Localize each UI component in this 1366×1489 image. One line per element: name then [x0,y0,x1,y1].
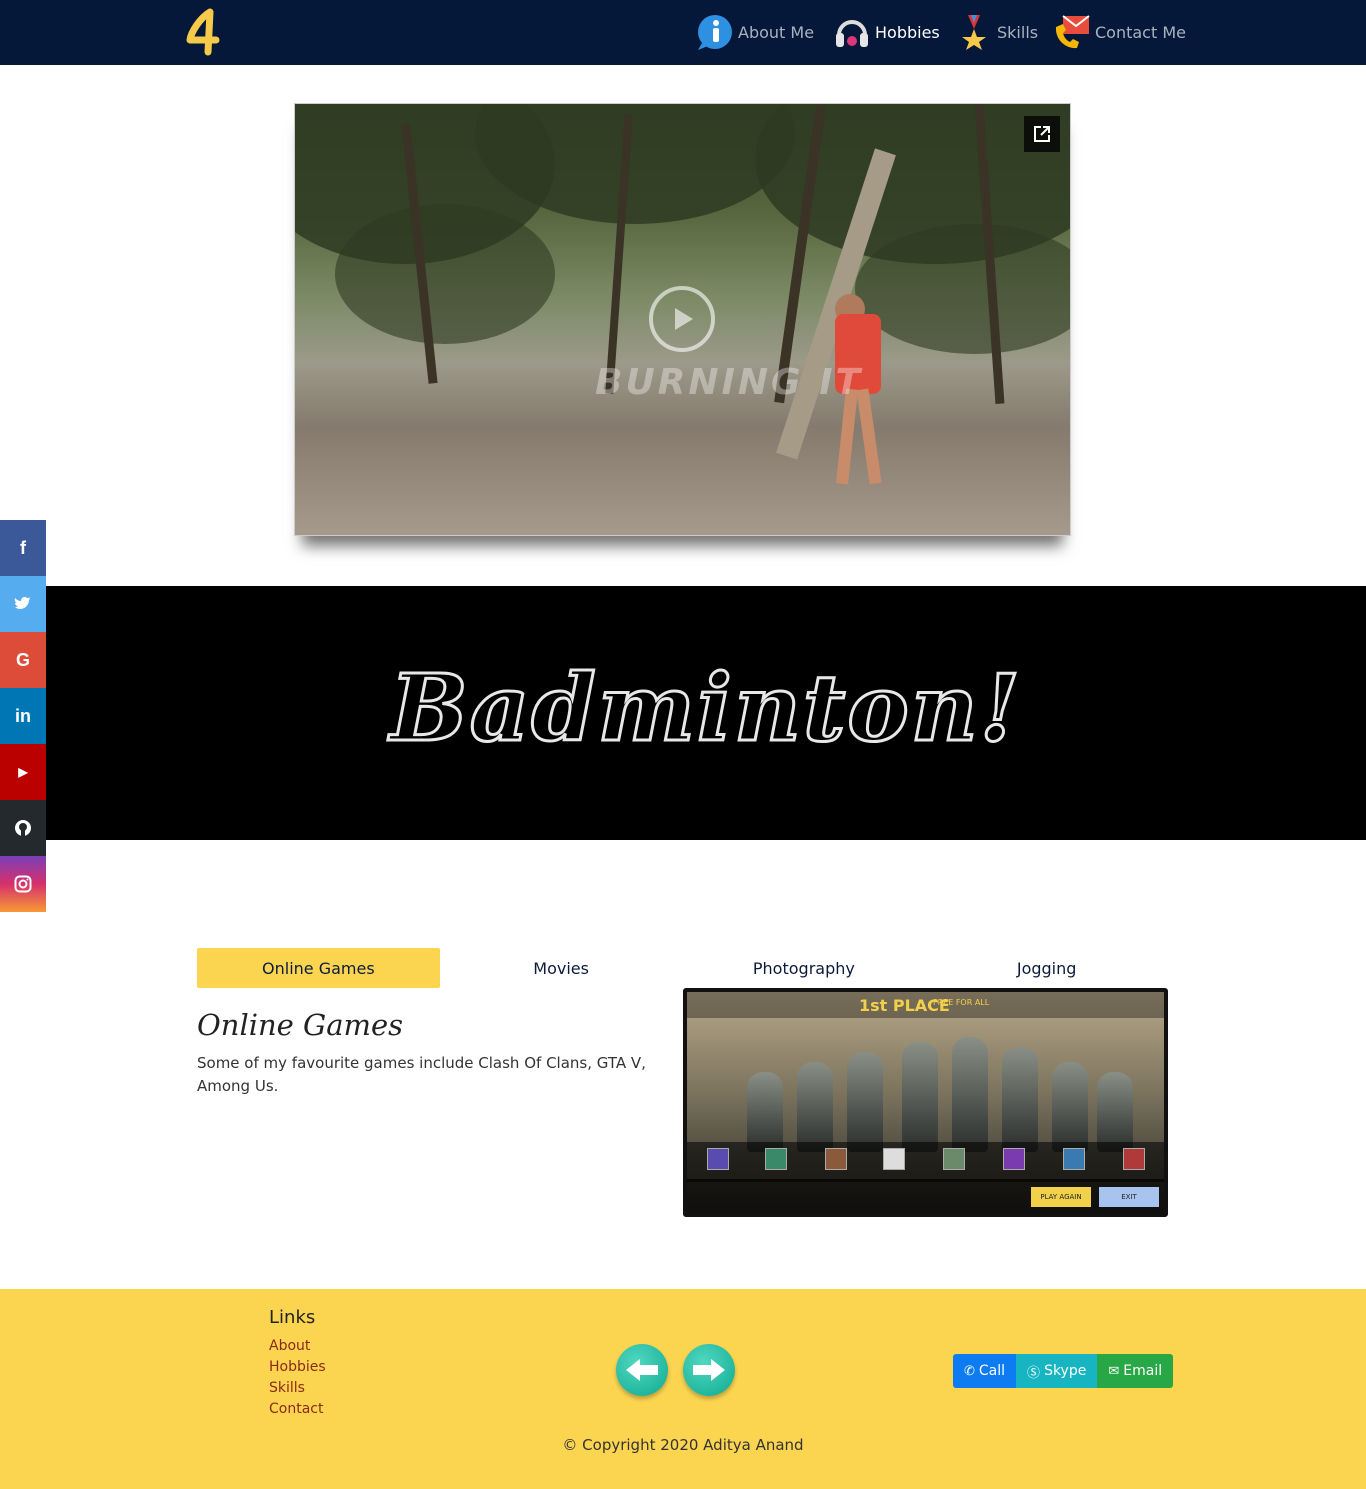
info-icon [696,13,734,51]
linkedin-icon[interactable]: in [0,688,46,744]
nav-skills[interactable]: Skills [955,12,1038,52]
tab-jogging[interactable]: Jogging [925,948,1168,988]
banner-title: Badminton! [388,653,1022,764]
footer-link-skills[interactable]: Skills [269,1380,305,1396]
github-icon[interactable] [0,800,46,856]
nav-label: Contact Me [1095,22,1186,42]
call-label: Call [978,1363,1006,1379]
nav-hobbies[interactable]: Hobbies [833,12,940,52]
prev-page-button[interactable] [616,1344,668,1396]
game-exit: EXIT [1099,1187,1159,1207]
footer [0,1289,1366,1489]
tab-content-text: Some of my favourite games include Clash… [197,1054,646,1095]
nav-label: About Me [738,22,815,42]
nav-contact-me[interactable]: Contact Me [1053,12,1186,52]
logo-icon[interactable] [186,8,226,56]
youtube-icon[interactable]: ▶ [0,744,46,800]
play-icon[interactable] [649,286,715,352]
footer-link-hobbies[interactable]: Hobbies [269,1359,326,1375]
tab-movies[interactable]: Movies [440,948,683,988]
tab-photography[interactable]: Photography [683,948,926,988]
envelope-icon: ✉ [1108,1363,1120,1379]
twitter-icon[interactable] [0,576,46,632]
footer-links-title: Links [269,1307,316,1328]
footer-link-contact[interactable]: Contact [269,1401,323,1417]
external-link-icon[interactable] [1024,116,1060,152]
next-page-button[interactable] [683,1344,735,1396]
hobby-banner: Badminton! [46,586,1366,840]
phone-icon: ✆ [964,1363,975,1379]
facebook-icon[interactable]: f [0,520,46,576]
hobby-video[interactable]: BURNING IT [294,103,1071,536]
google-icon[interactable]: G [0,632,46,688]
skype-icon: Ⓢ [1027,1365,1041,1381]
game-play-again: PLAY AGAIN [1031,1187,1091,1207]
skype-label: Skype [1044,1363,1087,1379]
tab-content-title: Online Games [197,1008,404,1042]
skype-button[interactable]: Ⓢ Skype [1016,1354,1098,1388]
navbar: About Me Hobbies Skills Contact Me [0,0,1366,65]
nav-label: Hobbies [875,22,940,42]
tab-online-games[interactable]: Online Games [197,948,440,988]
instagram-icon[interactable] [0,856,46,912]
nav-about-me[interactable]: About Me [696,12,814,52]
footer-link-about[interactable]: About [269,1338,310,1354]
game-bottom-bar [687,1179,1164,1213]
email-button[interactable]: ✉ Email [1097,1354,1174,1388]
mail-phone-icon [1053,13,1091,51]
social-sidebar: f G in ▶ [0,520,46,912]
nav-label: Skills [997,22,1039,42]
headphones-icon [833,13,871,51]
game-screenshot: 1st PLACE FREE FOR ALL PLAY AGAIN EXIT [683,988,1168,1217]
game-player-bar [687,1142,1164,1182]
arrow-left-icon [626,1359,658,1381]
video-overlay-text: BURNING IT [595,362,864,403]
contact-button-group: ✆ Call Ⓢ Skype ✉ Email [953,1354,1174,1388]
copyright: © Copyright 2020 Aditya Anand [562,1436,804,1454]
arrow-right-icon [693,1359,725,1381]
medal-icon [955,13,993,51]
hobby-tabs: Online Games Movies Photography Jogging [197,948,1168,988]
game-mode-label: FREE FOR ALL [933,998,990,1007]
call-button[interactable]: ✆ Call [953,1354,1017,1388]
email-label: Email [1123,1363,1163,1379]
